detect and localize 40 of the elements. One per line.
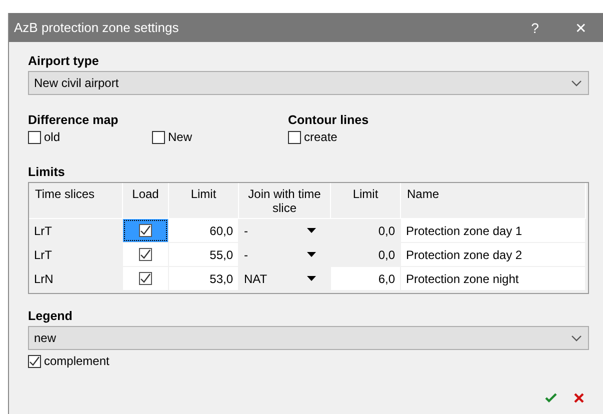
- checkbox[interactable]: [139, 272, 152, 285]
- check-icon: [140, 273, 151, 284]
- check-icon: [140, 249, 151, 260]
- table-cell[interactable]: 53,0: [169, 267, 239, 291]
- table-cell[interactable]: Protection zone day 2: [401, 243, 586, 267]
- table-cell[interactable]: Protection zone day 1: [401, 219, 586, 243]
- section-heading: Limits: [28, 165, 66, 179]
- table-cell[interactable]: Protection zone night: [401, 267, 586, 291]
- check-icon: [140, 225, 151, 236]
- legend-dropdown[interactable]: new: [28, 326, 589, 350]
- caret-icon: [307, 276, 316, 281]
- chevron-down-icon: [571, 334, 582, 342]
- checkbox-label: complement: [44, 354, 110, 368]
- checkbox[interactable]: [152, 130, 165, 144]
- checkbox-label: create: [304, 130, 338, 144]
- checkmark-icon: [545, 393, 557, 403]
- section-heading: Legend: [28, 309, 74, 323]
- caret-icon: [307, 228, 316, 233]
- window-title: AzB protection zone settings: [14, 20, 180, 35]
- caret-icon: [307, 252, 316, 257]
- checkbox-label: New: [168, 130, 192, 144]
- help-button[interactable]: ?: [512, 13, 558, 42]
- section-heading: Difference map: [28, 113, 120, 127]
- chevron-down-icon: [571, 80, 582, 86]
- check-icon: [29, 356, 40, 366]
- section-heading: Contour lines: [288, 113, 370, 127]
- checkbox[interactable]: [139, 224, 152, 237]
- checkbox[interactable]: [288, 130, 301, 144]
- checkbox[interactable]: [139, 248, 152, 261]
- checkbox-label: old: [44, 130, 60, 144]
- close-icon: [574, 393, 584, 403]
- table-cell[interactable]: 55,0: [169, 243, 239, 267]
- checkbox[interactable]: [28, 130, 41, 144]
- checkbox[interactable]: [28, 354, 41, 368]
- airport-type-dropdown[interactable]: New civil airport: [28, 71, 589, 95]
- close-button[interactable]: ✕: [558, 13, 603, 42]
- section-heading: Airport type: [28, 54, 100, 68]
- table-cell[interactable]: 60,0: [169, 219, 239, 243]
- load-cell[interactable]: [123, 219, 168, 242]
- table-cell[interactable]: 6,0: [331, 267, 401, 291]
